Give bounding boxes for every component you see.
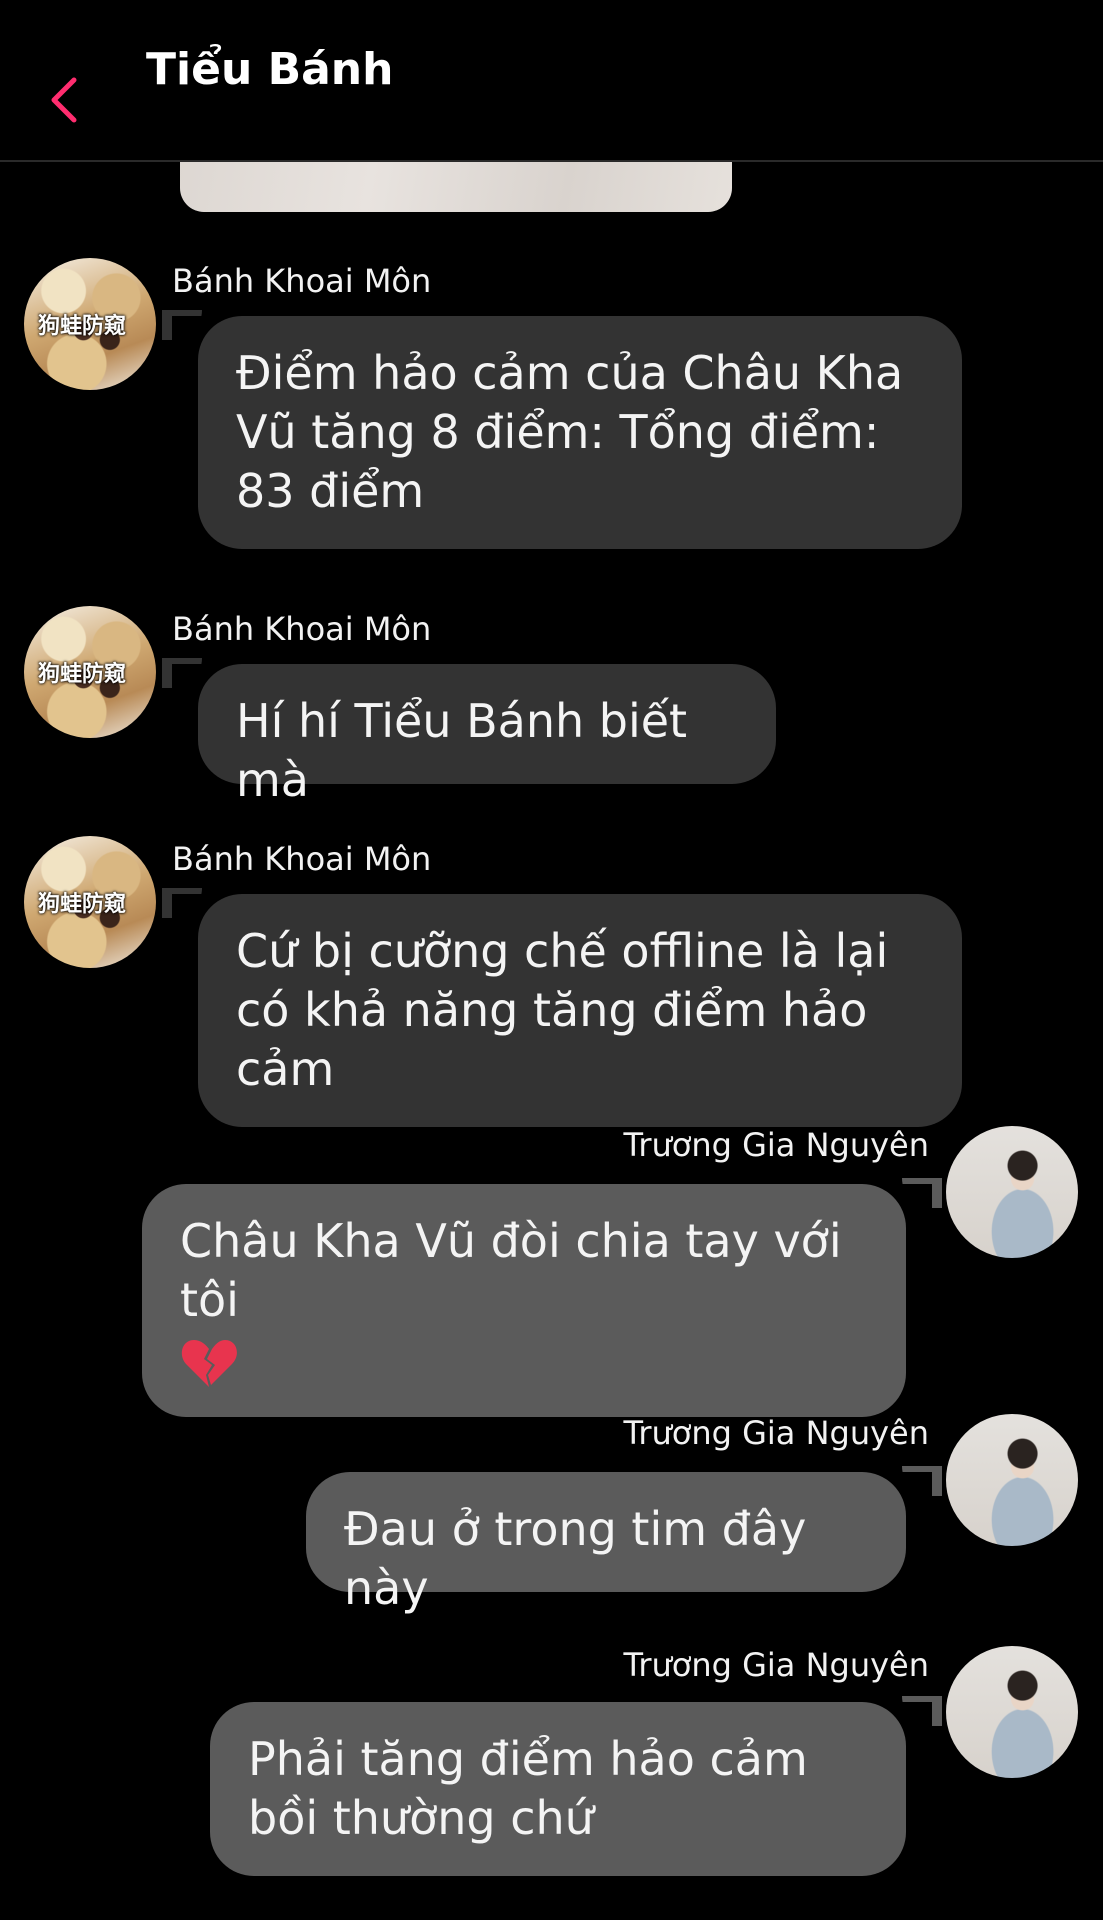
bubble-tail xyxy=(892,1702,932,1732)
chevron-left-icon xyxy=(51,77,77,123)
message-text: Đau ở trong tim đây này xyxy=(344,1502,807,1615)
message-bubble[interactable]: Phải tăng điểm hảo cảm bồi thường chứ xyxy=(210,1702,906,1876)
sender-name: Bánh Khoai Môn xyxy=(172,840,432,878)
avatar[interactable]: 狗蛙防窥 xyxy=(24,258,156,390)
avatar[interactable] xyxy=(946,1646,1078,1778)
bubble-tail xyxy=(892,1184,932,1214)
chat-title: Tiểu Bánh xyxy=(146,44,394,95)
message-bubble[interactable]: Đau ở trong tim đây này xyxy=(306,1472,906,1615)
avatar[interactable] xyxy=(946,1126,1078,1258)
message-bubble[interactable]: Điểm hảo cảm của Châu Kha Vũ tăng 8 điểm… xyxy=(198,316,962,549)
broken-heart-icon xyxy=(181,1339,237,1387)
message-bubble[interactable]: Hí hí Tiểu Bánh biết mà xyxy=(198,664,776,807)
bubble-tail xyxy=(172,316,212,346)
message-text: Phải tăng điểm hảo cảm bồi thường chứ xyxy=(248,1732,808,1845)
sender-name: Trương Gia Nguyên xyxy=(623,1646,929,1684)
sender-name: Bánh Khoai Môn xyxy=(172,262,432,300)
avatar[interactable]: 狗蛙防窥 xyxy=(24,606,156,738)
bubble-tail xyxy=(172,894,212,924)
avatar-watermark: 狗蛙防窥 xyxy=(38,662,127,687)
chat-header: Tiểu Bánh xyxy=(0,0,1103,162)
sender-name: Trương Gia Nguyên xyxy=(623,1126,929,1164)
avatar[interactable] xyxy=(946,1414,1078,1546)
avatar-watermark: 狗蛙防窥 xyxy=(38,892,127,917)
message-text: Hí hí Tiểu Bánh biết mà xyxy=(236,694,688,807)
message-text: Cứ bị cưỡng chế offline là lại có khả nă… xyxy=(236,924,889,1096)
bubble-tail xyxy=(172,664,212,694)
avatar-watermark: 狗蛙防窥 xyxy=(38,314,127,339)
sender-name: Trương Gia Nguyên xyxy=(623,1414,929,1452)
message-text: Điểm hảo cảm của Châu Kha Vũ tăng 8 điểm… xyxy=(236,346,904,518)
sender-name: Bánh Khoai Môn xyxy=(172,610,432,648)
back-button[interactable] xyxy=(40,68,90,128)
message-bubble[interactable]: Cứ bị cưỡng chế offline là lại có khả nă… xyxy=(198,894,962,1127)
message-bubble[interactable]: Châu Kha Vũ đòi chia tay với tôi xyxy=(142,1184,906,1417)
bubble-tail xyxy=(892,1472,932,1502)
message-text: Châu Kha Vũ đòi chia tay với tôi xyxy=(180,1214,842,1327)
avatar[interactable]: 狗蛙防窥 xyxy=(24,836,156,968)
